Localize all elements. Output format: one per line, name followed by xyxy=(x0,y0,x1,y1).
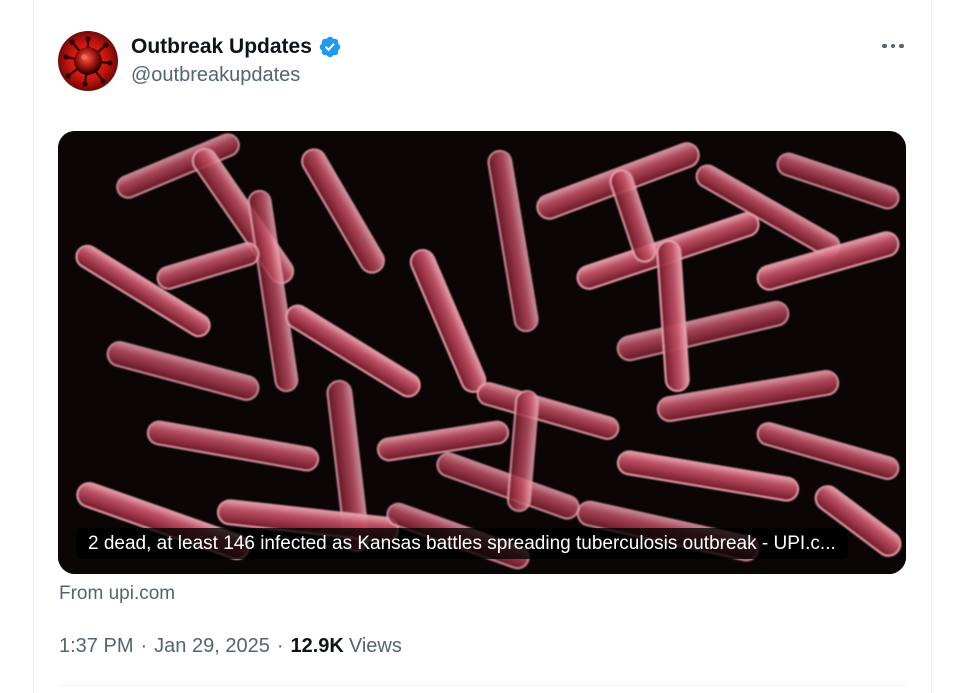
author-name-row: Outbreak Updates xyxy=(131,33,342,61)
more-horizontal-icon[interactable] xyxy=(878,34,908,58)
verified-badge-icon[interactable] xyxy=(318,35,342,59)
author-handle[interactable]: @outbreakupdates xyxy=(131,64,300,87)
right-column-border xyxy=(931,0,932,693)
avatar[interactable] xyxy=(58,31,118,91)
tweet-metadata: 1:37 PM · Jan 29, 2025 · 12.9K Views xyxy=(59,632,402,660)
card-source-link[interactable]: From upi.com xyxy=(59,583,175,605)
meta-separator: · xyxy=(276,634,284,657)
bacteria-micrograph-image xyxy=(58,131,906,574)
tweet-date[interactable]: Jan 29, 2025 xyxy=(154,635,270,658)
divider xyxy=(58,685,906,686)
left-column-border xyxy=(33,0,34,693)
link-card[interactable]: 2 dead, at least 146 infected as Kansas … xyxy=(58,131,906,574)
virus-avatar-icon xyxy=(58,31,118,91)
views-count: 12.9K xyxy=(290,634,344,657)
views-label: Views xyxy=(348,634,402,657)
meta-separator: · xyxy=(140,634,148,657)
author-display-name[interactable]: Outbreak Updates xyxy=(131,35,312,59)
card-headline: 2 dead, at least 146 infected as Kansas … xyxy=(76,528,848,559)
tweet-detail-page: Outbreak Updates @outbreakupdates 2 dead… xyxy=(0,0,961,693)
tweet-time[interactable]: 1:37 PM xyxy=(59,635,133,658)
